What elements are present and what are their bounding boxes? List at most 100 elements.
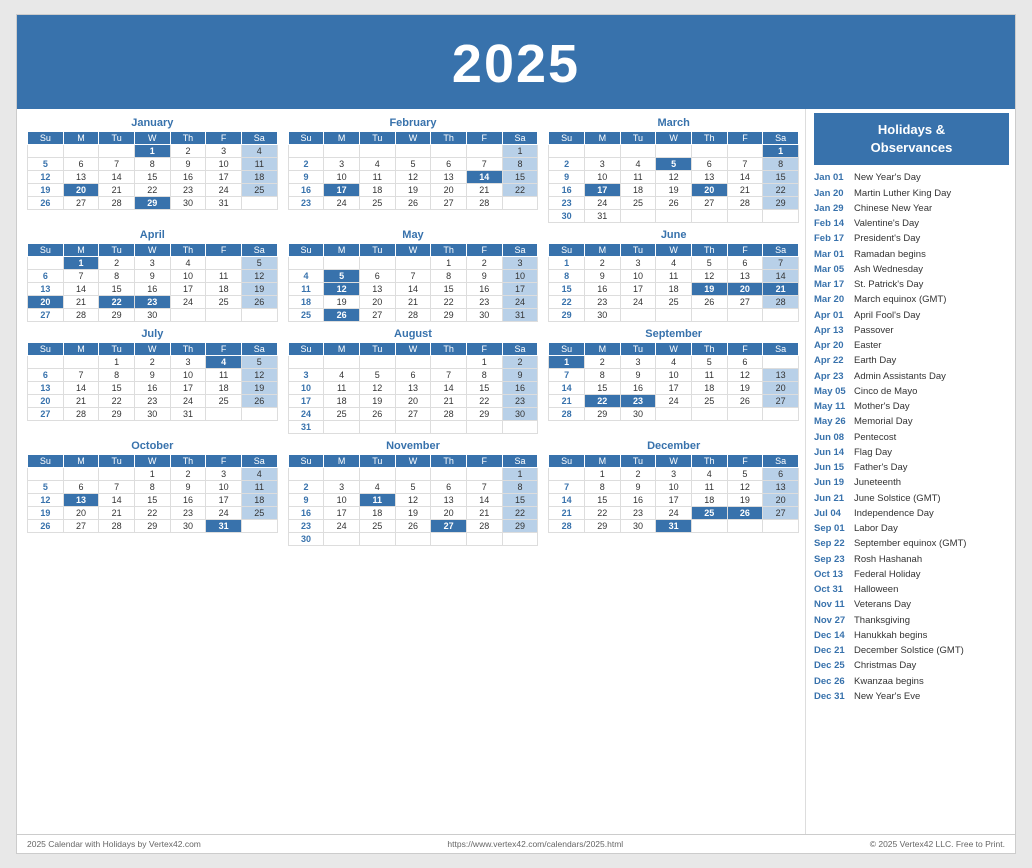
holiday-name: St. Patrick's Day [854, 278, 923, 292]
holiday-date: Nov 27 [814, 614, 850, 628]
holiday-date: May 26 [814, 415, 850, 429]
august-title: August [288, 328, 539, 340]
holiday-item: Apr 23 Admin Assistants Day [814, 370, 1009, 384]
footer-right: © 2025 Vertex42 LLC. Free to Print. [870, 839, 1005, 849]
holiday-name: Independence Day [854, 507, 934, 521]
holiday-name: Labor Day [854, 522, 898, 536]
holiday-date: Sep 01 [814, 522, 850, 536]
holiday-date: Jun 21 [814, 492, 850, 506]
holiday-item: Jun 14Flag Day [814, 446, 1009, 460]
july-title: July [27, 328, 278, 340]
holiday-item: Mar 17 St. Patrick's Day [814, 278, 1009, 292]
holiday-item: Jan 29 Chinese New Year [814, 202, 1009, 216]
sidebar-title: Holidays &Observances [814, 113, 1009, 165]
holiday-item: Nov 11 Veterans Day [814, 598, 1009, 612]
holiday-date: Jan 01 [814, 171, 850, 185]
march-block: March SuMTuWThFSa 1 2345678 910111213141… [548, 117, 799, 223]
holiday-date: Nov 11 [814, 598, 850, 612]
holiday-date: May 05 [814, 385, 850, 399]
february-table: SuMTuWThFSa 1 2345678 9101112131415 1617… [288, 131, 539, 210]
march-title: March [548, 117, 799, 129]
holiday-date: Jun 08 [814, 431, 850, 445]
holiday-item: Jun 08 Pentecost [814, 431, 1009, 445]
holiday-name: Valentine's Day [854, 217, 919, 231]
holiday-name: Passover [854, 324, 894, 338]
holiday-date: Jun 14 [814, 446, 850, 460]
january-block: January SuMTuWThFSa 1234 567891011 12131… [27, 117, 278, 223]
holiday-name: Veterans Day [854, 598, 911, 612]
holiday-name: Halloween [854, 583, 898, 597]
holiday-name: Thanksgiving [854, 614, 910, 628]
holiday-date: Sep 23 [814, 553, 850, 567]
holiday-list: Jan 01 New Year's Day Jan 20 Martin Luther … [814, 171, 1009, 704]
april-title: April [27, 229, 278, 241]
holiday-name: Memorial Day [854, 415, 913, 429]
holiday-name: Juneteenth [854, 476, 901, 490]
holiday-name: Admin Assistants Day [854, 370, 946, 384]
may-block: May SuMTuWThFSa 123 45678910 11121314151… [288, 229, 539, 322]
holiday-date: Apr 23 [814, 370, 850, 384]
calendars-grid: January SuMTuWThFSa 1234 567891011 12131… [27, 117, 799, 546]
holiday-item: Dec 26Kwanzaa begins [814, 675, 1009, 689]
holiday-item: Apr 20Easter [814, 339, 1009, 353]
holiday-item: Jun 19Juneteenth [814, 476, 1009, 490]
holiday-item: Dec 14Hanukkah begins [814, 629, 1009, 643]
page: 2025 January SuMTuWThFSa 1234 567891011 [16, 14, 1016, 854]
holiday-name: April Fool's Day [854, 309, 920, 323]
holiday-item: Dec 31 New Year's Eve [814, 690, 1009, 704]
holiday-date: Apr 22 [814, 354, 850, 368]
holiday-name: Mother's Day [854, 400, 910, 414]
holiday-date: Oct 13 [814, 568, 850, 582]
holiday-item: Jul 04Independence Day [814, 507, 1009, 521]
holiday-item: Sep 22September equinox (GMT) [814, 537, 1009, 551]
holiday-item: Jun 15Father's Day [814, 461, 1009, 475]
holiday-name: Pentecost [854, 431, 896, 445]
holiday-item: Apr 01 April Fool's Day [814, 309, 1009, 323]
december-title: December [548, 440, 799, 452]
holiday-date: Dec 21 [814, 644, 850, 658]
april-table: SuMTuWThFSa 12345 6789101112 13141516171… [27, 243, 278, 322]
holiday-name: Earth Day [854, 354, 896, 368]
year-header: 2025 [17, 15, 1015, 109]
december-table: SuMTuWThFSa 123456 78910111213 141516171… [548, 454, 799, 533]
holiday-name: New Year's Eve [854, 690, 920, 704]
holiday-date: Jan 29 [814, 202, 850, 216]
holiday-name: Chinese New Year [854, 202, 932, 216]
holiday-date: Jan 20 [814, 187, 850, 201]
holiday-name: New Year's Day [854, 171, 921, 185]
holiday-name: June Solstice (GMT) [854, 492, 941, 506]
holiday-name: December Solstice (GMT) [854, 644, 964, 658]
holiday-date: Mar 17 [814, 278, 850, 292]
march-table: SuMTuWThFSa 1 2345678 9101112131415 1617… [548, 131, 799, 223]
holiday-name: Cinco de Mayo [854, 385, 917, 399]
holiday-item: Sep 23 Rosh Hashanah [814, 553, 1009, 567]
september-title: September [548, 328, 799, 340]
holiday-item: Jun 21 June Solstice (GMT) [814, 492, 1009, 506]
holiday-item: Apr 13 Passover [814, 324, 1009, 338]
holiday-date: Mar 05 [814, 263, 850, 277]
holiday-date: Dec 31 [814, 690, 850, 704]
year-text: 2025 [452, 34, 580, 94]
november-table: SuMTuWThFSa 1 2345678 9101112131415 1617… [288, 454, 539, 546]
holiday-item: May 26 Memorial Day [814, 415, 1009, 429]
holiday-name: Hanukkah begins [854, 629, 927, 643]
august-block: August SuMTuWThFSa 12 3456789 1011121314… [288, 328, 539, 434]
holiday-item: May 11 Mother's Day [814, 400, 1009, 414]
holiday-date: May 11 [814, 400, 850, 414]
holiday-name: Martin Luther King Day [854, 187, 951, 201]
holiday-date: Apr 13 [814, 324, 850, 338]
october-block: October SuMTuWThFSa 1234 567891011 12131… [27, 440, 278, 546]
holiday-item: Nov 27 Thanksgiving [814, 614, 1009, 628]
may-title: May [288, 229, 539, 241]
holiday-item: Dec 25Christmas Day [814, 659, 1009, 673]
holiday-item: Oct 31 Halloween [814, 583, 1009, 597]
holiday-name: Rosh Hashanah [854, 553, 922, 567]
holiday-name: Easter [854, 339, 881, 353]
september-table: SuMTuWThFSa 123456 78910111213 141516171… [548, 342, 799, 421]
holiday-date: Apr 01 [814, 309, 850, 323]
june-title: June [548, 229, 799, 241]
july-table: SuMTuWThFSa 12345 6789101112 13141516171… [27, 342, 278, 421]
holiday-date: Oct 31 [814, 583, 850, 597]
holiday-name: Kwanzaa begins [854, 675, 924, 689]
holiday-date: Sep 22 [814, 537, 850, 551]
